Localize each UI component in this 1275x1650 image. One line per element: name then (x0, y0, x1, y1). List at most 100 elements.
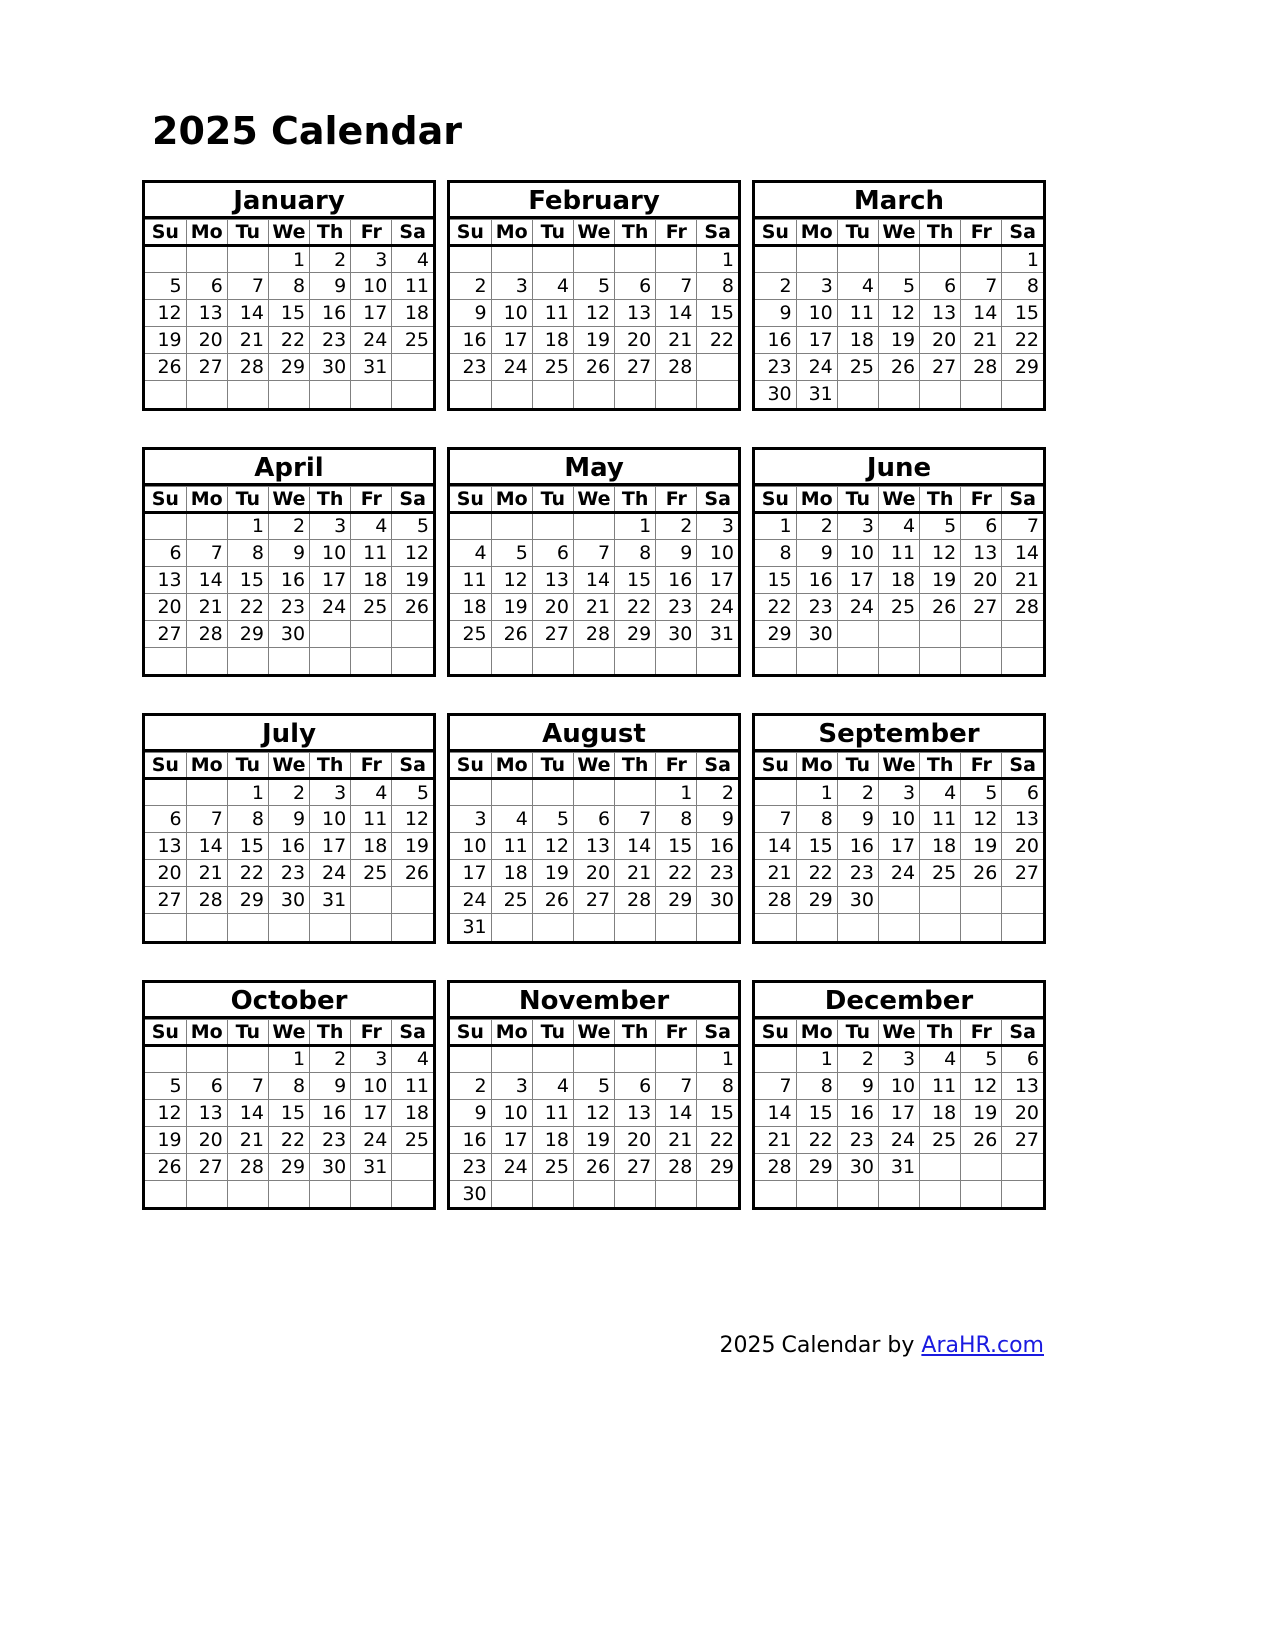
day-cell[interactable]: 14 (614, 832, 657, 860)
day-cell[interactable]: 30 (309, 1152, 352, 1181)
day-cell[interactable]: 1 (226, 511, 269, 540)
day-cell[interactable]: 26 (572, 1152, 616, 1181)
day-cell[interactable]: 19 (960, 832, 1003, 860)
day-cell[interactable]: 6 (614, 272, 657, 300)
day-cell[interactable]: 16 (655, 565, 698, 594)
day-cell[interactable]: 21 (572, 592, 616, 621)
day-cell[interactable]: 22 (267, 326, 311, 354)
day-cell[interactable]: 27 (1001, 1125, 1043, 1154)
day-cell[interactable]: 26 (391, 592, 433, 621)
day-cell[interactable]: 26 (531, 886, 574, 914)
day-cell[interactable]: 31 (450, 913, 492, 941)
day-cell[interactable]: 14 (960, 299, 1003, 327)
day-cell[interactable]: 6 (572, 805, 616, 833)
day-cell[interactable]: 29 (226, 619, 269, 648)
day-cell[interactable]: 19 (391, 565, 433, 594)
day-cell[interactable]: 31 (350, 1152, 393, 1181)
day-cell[interactable]: 16 (309, 299, 352, 327)
day-cell[interactable]: 29 (267, 1152, 311, 1181)
day-cell[interactable]: 27 (919, 353, 962, 381)
day-cell[interactable]: 31 (877, 1152, 921, 1181)
day-cell[interactable]: 12 (919, 538, 962, 567)
day-cell[interactable]: 19 (490, 592, 533, 621)
day-cell[interactable]: 23 (450, 353, 492, 381)
day-cell[interactable]: 3 (490, 272, 533, 300)
day-cell[interactable]: 6 (919, 272, 962, 300)
day-cell[interactable]: 1 (795, 1044, 838, 1073)
day-cell[interactable]: 29 (755, 619, 797, 648)
day-cell[interactable]: 19 (145, 1125, 187, 1154)
day-cell[interactable]: 13 (919, 299, 962, 327)
day-cell[interactable]: 8 (795, 1071, 838, 1100)
day-cell[interactable]: 14 (185, 832, 228, 860)
day-cell[interactable]: 29 (267, 353, 311, 381)
day-cell[interactable]: 13 (145, 565, 187, 594)
day-cell[interactable]: 21 (226, 326, 269, 354)
day-cell[interactable]: 29 (614, 619, 657, 648)
day-cell[interactable]: 13 (960, 538, 1003, 567)
day-cell[interactable]: 11 (391, 272, 433, 300)
day-cell[interactable]: 26 (145, 353, 187, 381)
day-cell[interactable]: 28 (755, 886, 797, 914)
arahr-link[interactable]: AraHR.com (921, 1333, 1044, 1358)
day-cell[interactable]: 5 (145, 272, 187, 300)
day-cell[interactable]: 10 (836, 538, 879, 567)
day-cell[interactable]: 16 (696, 832, 738, 860)
day-cell[interactable]: 25 (836, 353, 879, 381)
day-cell[interactable]: 4 (919, 1044, 962, 1073)
day-cell[interactable]: 27 (614, 353, 657, 381)
day-cell[interactable]: 28 (185, 886, 228, 914)
day-cell[interactable]: 9 (309, 272, 352, 300)
day-cell[interactable]: 1 (614, 511, 657, 540)
day-cell[interactable]: 2 (755, 272, 797, 300)
day-cell[interactable]: 28 (655, 1152, 698, 1181)
day-cell[interactable]: 11 (877, 538, 921, 567)
day-cell[interactable]: 17 (877, 832, 921, 860)
day-cell[interactable]: 12 (391, 538, 433, 567)
day-cell[interactable]: 26 (960, 1125, 1003, 1154)
day-cell[interactable]: 8 (795, 805, 838, 833)
day-cell[interactable]: 14 (226, 1098, 269, 1127)
day-cell[interactable]: 20 (960, 565, 1003, 594)
day-cell[interactable]: 10 (309, 538, 352, 567)
day-cell[interactable]: 25 (350, 859, 393, 887)
day-cell[interactable]: 4 (531, 1071, 574, 1100)
day-cell[interactable]: 1 (226, 778, 269, 806)
day-cell[interactable]: 18 (919, 1098, 962, 1127)
day-cell[interactable]: 7 (614, 805, 657, 833)
day-cell[interactable]: 10 (450, 832, 492, 860)
day-cell[interactable]: 20 (145, 859, 187, 887)
day-cell[interactable]: 14 (755, 832, 797, 860)
day-cell[interactable]: 8 (614, 538, 657, 567)
day-cell[interactable]: 30 (655, 619, 698, 648)
day-cell[interactable]: 11 (350, 538, 393, 567)
day-cell[interactable]: 7 (1001, 511, 1043, 540)
day-cell[interactable]: 5 (919, 511, 962, 540)
day-cell[interactable]: 7 (185, 805, 228, 833)
day-cell[interactable]: 23 (309, 1125, 352, 1154)
day-cell[interactable]: 18 (391, 1098, 433, 1127)
day-cell[interactable]: 4 (350, 778, 393, 806)
day-cell[interactable]: 3 (350, 245, 393, 273)
day-cell[interactable]: 24 (450, 886, 492, 914)
day-cell[interactable]: 15 (226, 565, 269, 594)
day-cell[interactable]: 31 (309, 886, 352, 914)
day-cell[interactable]: 21 (755, 1125, 797, 1154)
day-cell[interactable]: 11 (531, 299, 574, 327)
day-cell[interactable]: 24 (877, 859, 921, 887)
day-cell[interactable]: 12 (960, 805, 1003, 833)
day-cell[interactable]: 22 (614, 592, 657, 621)
day-cell[interactable]: 29 (795, 886, 838, 914)
day-cell[interactable]: 13 (1001, 1071, 1043, 1100)
day-cell[interactable]: 11 (836, 299, 879, 327)
day-cell[interactable]: 28 (226, 353, 269, 381)
day-cell[interactable]: 5 (960, 778, 1003, 806)
day-cell[interactable]: 26 (145, 1152, 187, 1181)
day-cell[interactable]: 4 (531, 272, 574, 300)
day-cell[interactable]: 10 (309, 805, 352, 833)
day-cell[interactable]: 3 (795, 272, 838, 300)
day-cell[interactable]: 22 (655, 859, 698, 887)
day-cell[interactable]: 3 (309, 511, 352, 540)
day-cell[interactable]: 21 (1001, 565, 1043, 594)
day-cell[interactable]: 27 (185, 353, 228, 381)
